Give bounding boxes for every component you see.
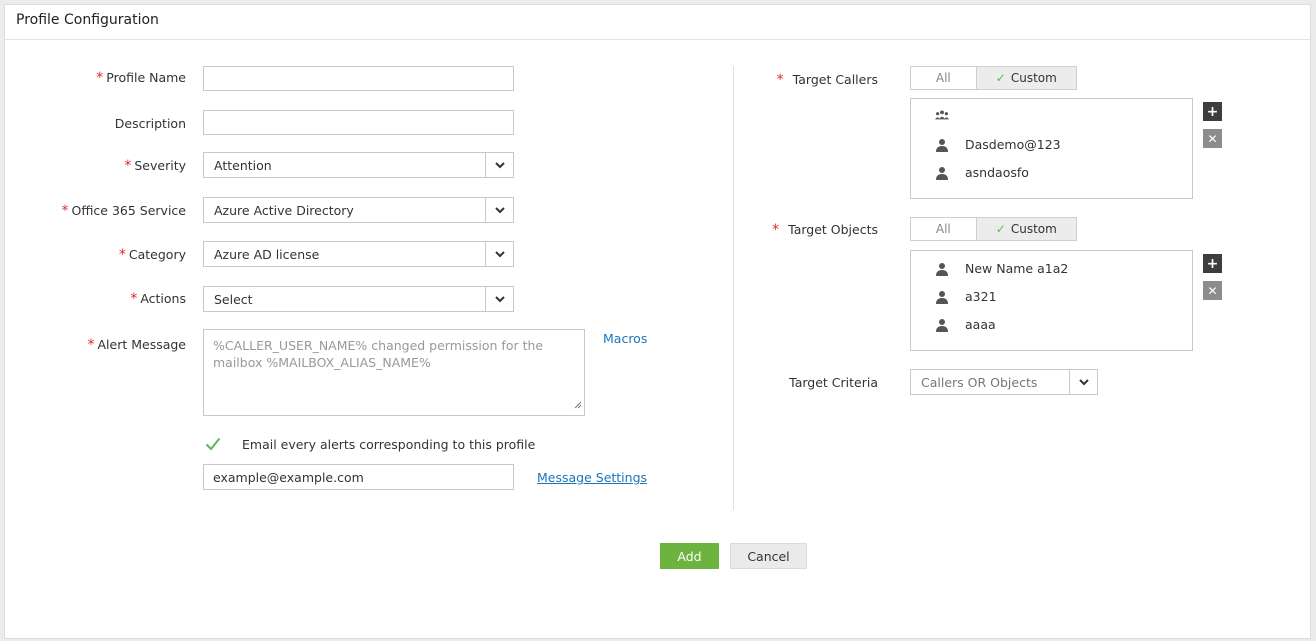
target-callers-list: Dasdemo@123 asndaosfo — [910, 98, 1193, 199]
actions-select[interactable]: Select — [203, 286, 514, 312]
add-button[interactable]: Add — [660, 543, 719, 569]
macros-link[interactable]: Macros — [603, 331, 647, 346]
target-criteria-label: Target Criteria — [789, 375, 878, 390]
target-criteria-value: Callers OR Objects — [921, 375, 1038, 390]
alert-message-placeholder: %CALLER_USER_NAME% changed permission fo… — [213, 338, 544, 370]
description-input[interactable] — [203, 110, 514, 135]
category-value: Azure AD license — [214, 247, 320, 262]
callers-custom-option[interactable]: ✓ Custom — [975, 67, 1076, 89]
objects-all-option[interactable]: All — [911, 218, 976, 240]
profile-name-label: * Profile Name — [96, 70, 186, 86]
profile-configuration-panel: Profile Configuration * Profile Name Desc… — [4, 4, 1311, 639]
user-icon — [935, 262, 949, 276]
target-objects-label: * Target Objects — [772, 222, 878, 238]
checkmark-icon: ✓ — [995, 71, 1006, 85]
list-item[interactable]: aaaa — [935, 317, 996, 332]
user-icon — [935, 318, 949, 332]
plus-icon: + — [1206, 103, 1219, 120]
category-select[interactable]: Azure AD license — [203, 241, 514, 267]
severity-label: * Severity — [124, 158, 186, 174]
chevron-down-icon[interactable] — [1069, 370, 1097, 394]
group-icon — [935, 109, 949, 121]
category-label: * Category — [118, 247, 186, 263]
checkmark-icon: ✓ — [995, 222, 1006, 236]
chevron-down-icon[interactable] — [485, 198, 513, 222]
target-criteria-select[interactable]: Callers OR Objects — [910, 369, 1098, 395]
chevron-down-icon[interactable] — [485, 153, 513, 177]
close-icon: ✕ — [1207, 131, 1218, 146]
page-title: Profile Configuration — [16, 12, 159, 28]
alert-message-label: * Alert Message — [87, 337, 186, 353]
list-item[interactable]: Dasdemo@123 — [935, 137, 1061, 152]
office-service-label: * Office 365 Service — [61, 203, 187, 219]
email-alerts-checkbox[interactable] — [205, 436, 221, 452]
cancel-button[interactable]: Cancel — [730, 543, 807, 569]
message-settings-link[interactable]: Message Settings — [537, 470, 647, 485]
severity-value: Attention — [214, 158, 272, 173]
list-item[interactable]: New Name a1a2 — [935, 261, 1068, 276]
objects-custom-option[interactable]: ✓ Custom — [975, 218, 1076, 240]
office-service-select[interactable]: Azure Active Directory — [203, 197, 514, 223]
email-input[interactable] — [203, 464, 514, 490]
email-alerts-label: Email every alerts corresponding to this… — [242, 437, 536, 452]
list-item[interactable] — [935, 109, 965, 121]
office-service-value: Azure Active Directory — [214, 203, 354, 218]
callers-all-option[interactable]: All — [911, 67, 976, 89]
remove-caller-button[interactable]: ✕ — [1203, 129, 1222, 148]
target-objects-list: New Name a1a2 a321 aaaa — [910, 250, 1193, 351]
column-divider — [733, 66, 734, 510]
list-item[interactable]: asndaosfo — [935, 165, 1029, 180]
plus-icon: + — [1206, 255, 1219, 272]
actions-label: * Actions — [130, 291, 186, 307]
chevron-down-icon[interactable] — [485, 242, 513, 266]
resize-grip-icon[interactable] — [574, 396, 582, 413]
profile-name-input[interactable] — [203, 66, 514, 91]
remove-object-button[interactable]: ✕ — [1203, 281, 1222, 300]
severity-select[interactable]: Attention — [203, 152, 514, 178]
list-item[interactable]: a321 — [935, 289, 997, 304]
target-objects-toggle: All ✓ Custom — [910, 217, 1077, 241]
title-divider — [5, 39, 1310, 40]
alert-message-textarea[interactable]: %CALLER_USER_NAME% changed permission fo… — [203, 329, 585, 416]
target-callers-toggle: All ✓ Custom — [910, 66, 1077, 90]
actions-value: Select — [214, 292, 253, 307]
user-icon — [935, 138, 949, 152]
checkmark-icon — [205, 437, 221, 451]
chevron-down-icon[interactable] — [485, 287, 513, 311]
user-icon — [935, 290, 949, 304]
user-icon — [935, 166, 949, 180]
add-caller-button[interactable]: + — [1203, 102, 1222, 121]
close-icon: ✕ — [1207, 283, 1218, 298]
target-callers-label: * Target Callers — [776, 72, 878, 88]
description-label: Description — [114, 116, 186, 131]
add-object-button[interactable]: + — [1203, 254, 1222, 273]
